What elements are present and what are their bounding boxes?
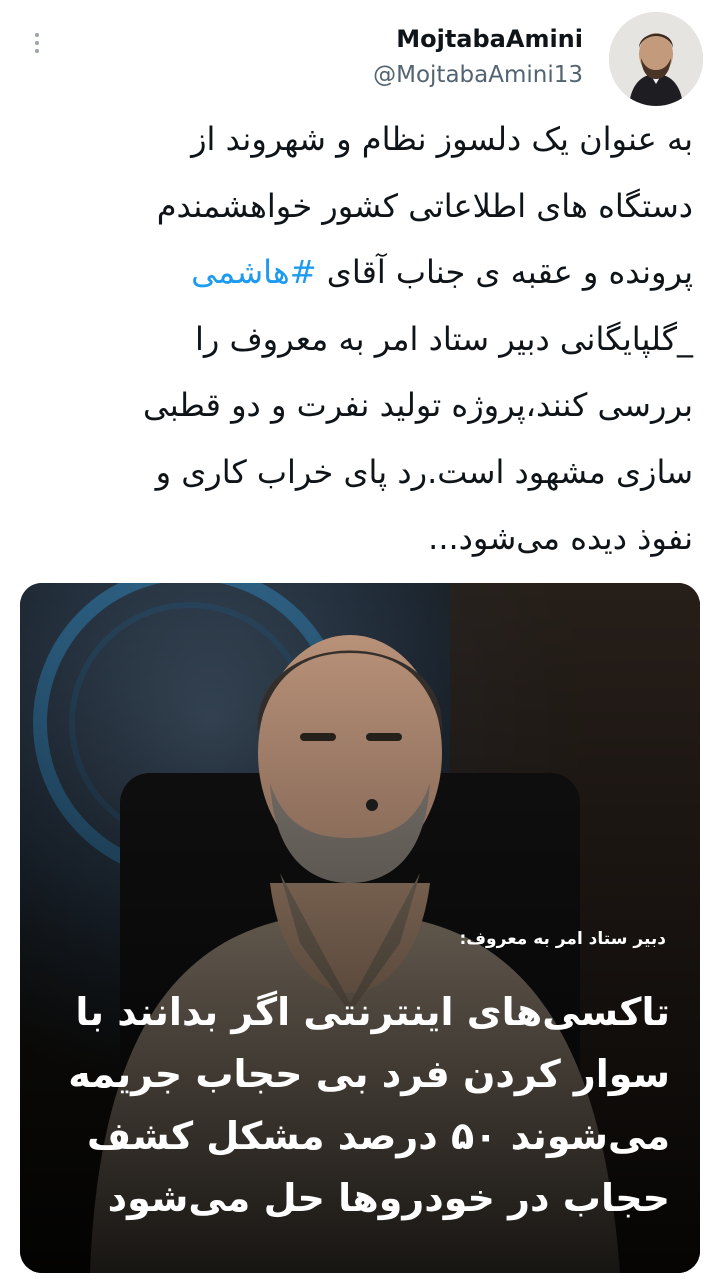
media-caption-line: حجاب در خودروها حل می‌شود (107, 1176, 670, 1220)
tweet-text: به عنوان یک دلسوز نظام و شهروند از دستگا… (25, 106, 693, 572)
media-caption-quote: تاکسی‌های اینترنتی اگر بدانند با سوار کر… (68, 981, 670, 1229)
tweet-line: _گلپایگانی دبیر ستاد امر به معروف را (194, 319, 693, 358)
media-caption-line: سوار کردن فرد بی حجاب جریمه (68, 1052, 670, 1096)
media-caption-subtitle: دبیر ستاد امر به معروف: (459, 929, 667, 949)
avatar[interactable] (609, 12, 703, 106)
more-options-button[interactable] (22, 28, 52, 58)
tweet-line: بررسی کنند،پروژه تولید نفرت و دو قطبی (143, 386, 693, 424)
author-handle[interactable]: @MojtabaAmini13 (373, 56, 583, 94)
author-display-name[interactable]: MojtabaAmini (373, 22, 583, 56)
tweet-line: به عنوان یک دلسوز نظام و شهروند از (191, 120, 693, 158)
more-vertical-icon (35, 33, 39, 53)
tweet-line-with-hashtag: پرونده و عقبه ی جناب آقای #هاشمی (25, 239, 693, 306)
tweet-line: سازی مشهود است.رد پای خراب کاری و (155, 452, 693, 491)
tweet-line-text: پرونده و عقبه ی جناب آقای (316, 253, 693, 291)
media-caption-line: می‌شوند ۵۰ درصد مشکل کشف (87, 1114, 670, 1158)
tweet-line: دستگاه های اطلاعاتی کشور خواهشمندم (156, 186, 693, 225)
media-caption-line: تاکسی‌های اینترنتی اگر بدانند با (75, 990, 670, 1034)
tweet: MojtabaAmini @MojtabaAmini13 به عنوان یک… (0, 0, 721, 1280)
tweet-media-image[interactable]: دبیر ستاد امر به معروف: تاکسی‌های اینترن… (20, 583, 700, 1273)
tweet-line: نفوذ دیده می‌شود... (428, 519, 693, 557)
hashtag-link[interactable]: #هاشمی (191, 253, 316, 291)
author-info[interactable]: MojtabaAmini @MojtabaAmini13 (373, 22, 583, 94)
